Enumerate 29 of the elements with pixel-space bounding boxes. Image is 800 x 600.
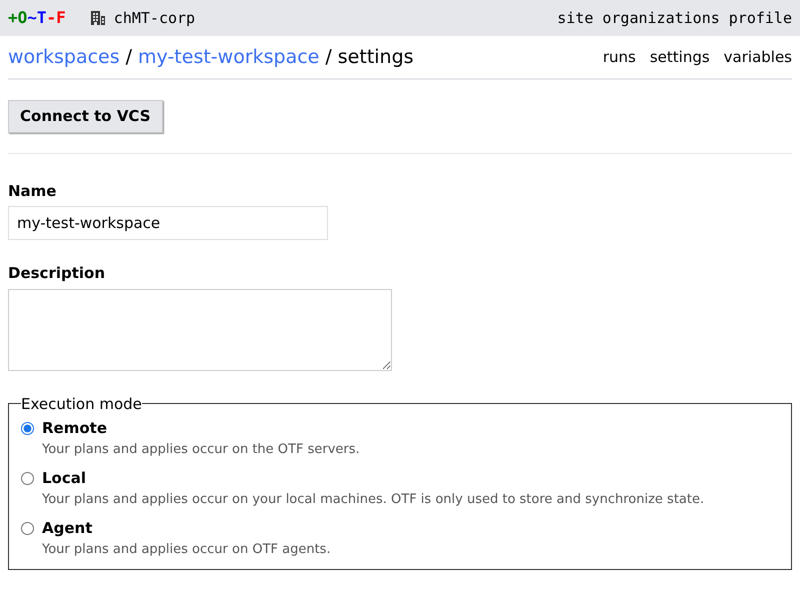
radio-button[interactable] [21,422,34,435]
field-label: Name [8,180,58,202]
option-label: Agent [42,518,92,539]
option-label: Remote [42,418,108,439]
connect-button[interactable]: Connect to VCS [8,100,163,132]
breadcrumb-current: settings [338,44,414,70]
group-legend: Execution mode [21,392,142,415]
description-input[interactable] [8,288,392,370]
breadcrumb-link[interactable]: workspaces [8,42,120,72]
breadcrumb-separator: / [325,44,332,70]
option-description: Your plans and applies occur on the OTF servers. [42,440,361,458]
breadcrumb-link[interactable]: my-test-workspace [138,42,320,72]
radio-button[interactable] [21,472,34,485]
option-description: Your plans and applies occur on OTF agents. [42,540,332,558]
option-description: Your plans and applies occur on your local machines. OTF is only used to store and synchronize state. [42,490,706,508]
tab-link[interactable]: runs [602,46,636,68]
option-label: Local [42,468,86,489]
tab-link[interactable]: variables [724,46,792,68]
nav-link[interactable]: organizations [602,6,720,30]
radio-button[interactable] [21,522,34,535]
breadcrumb-separator: / [126,44,132,70]
organization-link[interactable]: chMT-corp [114,6,196,30]
tab-link[interactable]: settings [650,46,710,68]
field-label: Description [8,263,106,284]
building-icon [90,10,106,26]
nav-link[interactable]: profile [728,6,792,30]
name-input[interactable]: my-test-workspace [8,206,328,240]
logo-link[interactable]: +O~T-F [8,6,66,30]
nav-link[interactable]: site [557,6,594,30]
